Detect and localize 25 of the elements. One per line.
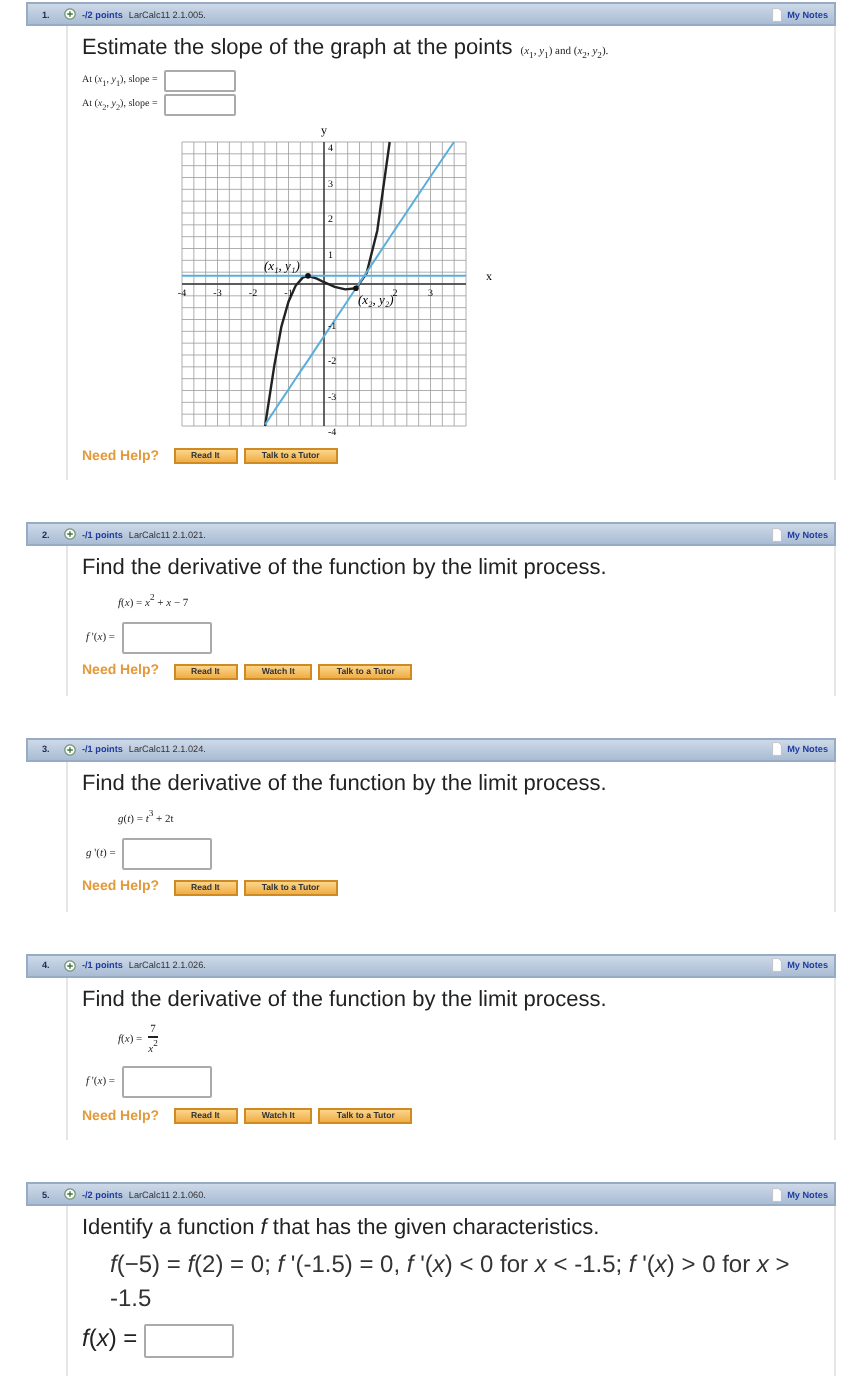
conditions-text: f(−5) = f(2) = 0; f '(-1.5) = 0, f '(x) < 0 for x < -1.5; f '(x) > 0 for x > -1.5 [110, 1248, 792, 1317]
note-icon[interactable] [771, 742, 782, 757]
plus-circle-icon[interactable] [64, 8, 76, 20]
answer-field[interactable] [143, 1324, 234, 1359]
note-icon[interactable] [771, 958, 782, 973]
question-prompt: Identify a function f that has the given characteristics. [82, 1216, 600, 1241]
point-dot [305, 273, 311, 279]
answer-field[interactable] [121, 621, 211, 654]
answer-label: f(x) = [82, 1324, 138, 1353]
note-icon[interactable] [771, 527, 782, 541]
question-prompt: Find the derivative of the function by the limit process. [82, 987, 607, 1012]
question-prompt: Estimate the slope of the graph at the points [82, 36, 513, 60]
answer-field[interactable] [163, 94, 236, 116]
note-icon[interactable] [771, 7, 782, 21]
plus-circle-icon[interactable] [64, 1188, 76, 1201]
question-prompt: Find the derivative of the function by the limit process. [82, 771, 607, 796]
answer-field[interactable] [121, 837, 212, 870]
question-prompt: Find the derivative of the function by the limit process. [82, 556, 607, 580]
plus-circle-icon[interactable] [64, 528, 76, 540]
plus-circle-icon[interactable] [64, 959, 76, 972]
point-dot [353, 285, 359, 292]
answer-field[interactable] [163, 70, 236, 92]
plus-circle-icon[interactable] [64, 743, 76, 756]
note-icon[interactable] [771, 1187, 782, 1202]
answer-field[interactable] [121, 1066, 211, 1099]
